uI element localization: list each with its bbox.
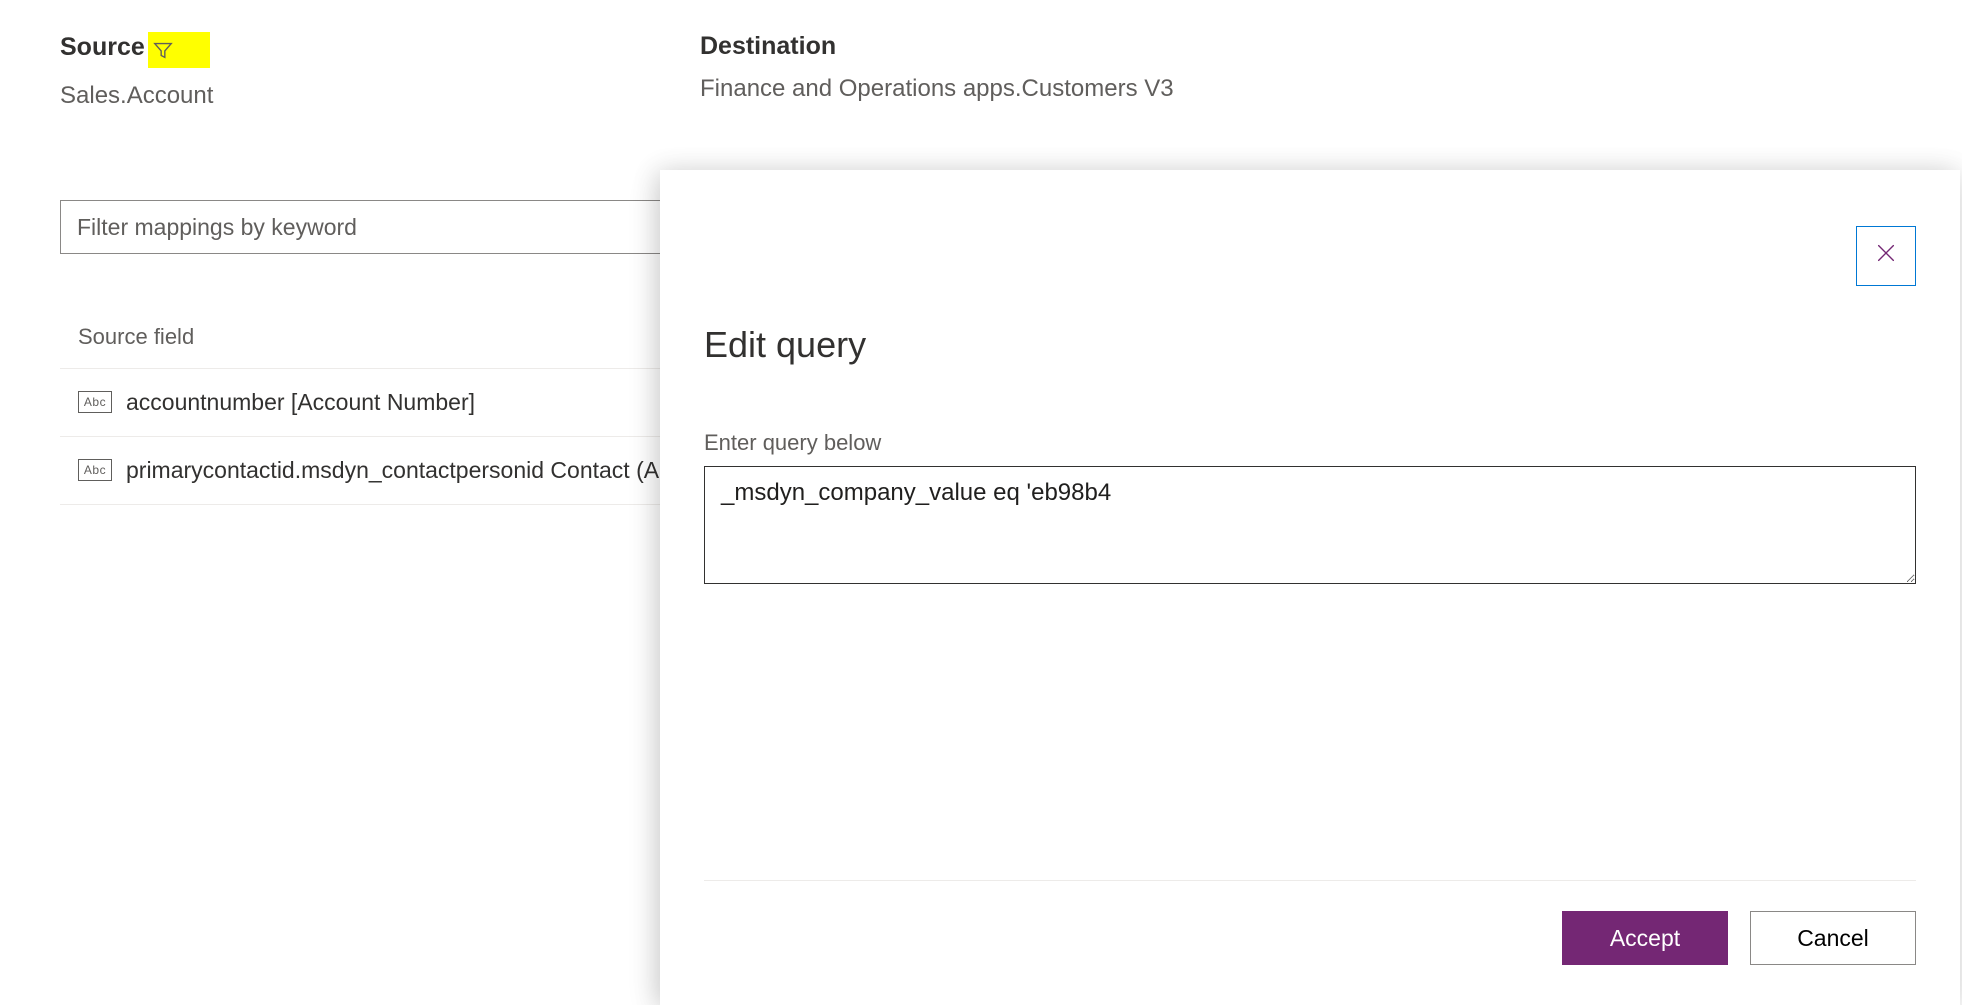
close-button[interactable] bbox=[1856, 226, 1916, 286]
source-column: Source Sales.Account bbox=[60, 32, 700, 110]
page-root: Source Sales.Account Destination Finance… bbox=[0, 0, 1962, 1005]
text-type-icon: Abc bbox=[78, 459, 112, 481]
modal-title: Edit query bbox=[704, 324, 1916, 366]
filter-icon-highlight bbox=[148, 32, 210, 68]
query-label: Enter query below bbox=[704, 430, 1916, 456]
filter-icon[interactable] bbox=[152, 39, 174, 61]
text-type-icon: Abc bbox=[78, 391, 112, 413]
destination-column: Destination Finance and Operations apps.… bbox=[700, 32, 1902, 103]
accept-button[interactable]: Accept bbox=[1562, 911, 1728, 965]
close-icon bbox=[1875, 242, 1897, 270]
source-label: Source bbox=[60, 33, 145, 62]
query-input[interactable] bbox=[704, 466, 1916, 584]
header-row: Source Sales.Account Destination Finance… bbox=[60, 32, 1902, 110]
modal-spacer bbox=[704, 584, 1916, 880]
cancel-button[interactable]: Cancel bbox=[1750, 911, 1916, 965]
edit-query-panel: Edit query Enter query below Accept Canc… bbox=[660, 170, 1960, 1005]
destination-label: Destination bbox=[700, 32, 836, 61]
modal-footer: Accept Cancel bbox=[704, 881, 1916, 1005]
destination-value: Finance and Operations apps.Customers V3 bbox=[700, 75, 1902, 103]
source-value: Sales.Account bbox=[60, 82, 700, 110]
